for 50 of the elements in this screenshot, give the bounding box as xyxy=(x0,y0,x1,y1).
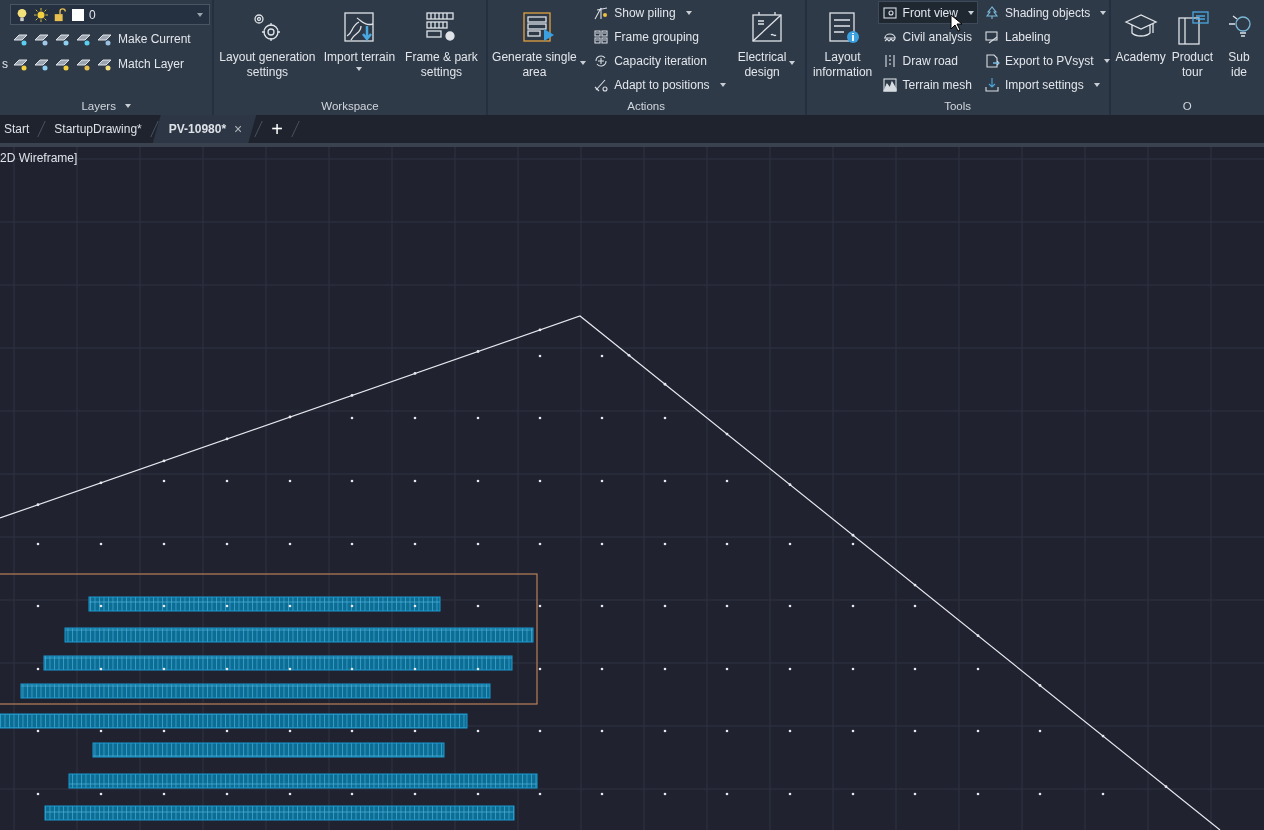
document-tab[interactable]: StartupDrawing* xyxy=(44,115,152,143)
cut-off-label: s xyxy=(1,56,8,71)
panel-title[interactable]: Layers xyxy=(0,97,213,115)
ribbon-button[interactable]: Shading objects xyxy=(979,1,1114,24)
download-icon xyxy=(983,76,1000,93)
layer-dropdown[interactable]: 0 xyxy=(10,4,211,25)
ribbon-button[interactable]: Front view xyxy=(877,1,978,24)
ribbon-button[interactable]: Show piling xyxy=(589,1,730,24)
grid-icon xyxy=(593,28,610,45)
ribbon-button[interactable]: Academy xyxy=(1113,8,1168,67)
file-export-icon xyxy=(983,52,1000,69)
document-tab[interactable]: PV-10980* × xyxy=(152,115,257,143)
piling-icon xyxy=(593,4,610,21)
padlock-icon xyxy=(53,7,67,22)
ribbon-button[interactable]: Sub ide xyxy=(1217,8,1261,82)
ribbon-button[interactable]: Layout information xyxy=(809,8,876,82)
ribbon-button[interactable]: Terrain mesh xyxy=(877,73,978,96)
close-icon[interactable]: × xyxy=(234,121,243,137)
ribbon-button[interactable]: Adapt to positions xyxy=(589,73,730,96)
panel-title: Tools xyxy=(943,99,973,114)
ribbon-button[interactable]: Frame grouping xyxy=(589,25,730,48)
color-swatch xyxy=(72,8,84,21)
ribbon-button[interactable]: Generate single area xyxy=(490,8,588,82)
viewport-label[interactable]: 2D Wireframe] xyxy=(0,151,78,165)
document-tab[interactable]: Start xyxy=(0,115,40,143)
ribbon-button[interactable]: Product tour xyxy=(1169,8,1215,82)
ribbon-button[interactable]: Import terrain xyxy=(319,8,400,73)
ribbon-button[interactable]: Draw road xyxy=(877,49,978,72)
layer-name: 0 xyxy=(89,7,97,22)
panel-title: Workspace xyxy=(320,99,380,114)
ribbon-button[interactable]: Export to PVsyst xyxy=(979,49,1114,72)
mountain-chart-icon xyxy=(881,76,898,93)
lightbulb-icon xyxy=(15,7,29,22)
tree-icon xyxy=(983,4,1000,21)
ribbon-button[interactable]: Frame & park settings xyxy=(401,8,482,82)
ribbon-button[interactable]: Make Current xyxy=(116,31,193,46)
frame-eye-icon xyxy=(881,4,898,21)
ribbon-button[interactable]: Capacity iteration xyxy=(589,49,730,72)
ribbon-button[interactable]: Import settings xyxy=(979,73,1114,96)
panel-title: Actions xyxy=(626,99,666,114)
sun-icon xyxy=(34,7,48,22)
new-tab-button[interactable]: + xyxy=(261,119,293,139)
panel-title: O xyxy=(1181,99,1193,114)
ribbon-button[interactable]: Match Layer xyxy=(116,56,187,71)
cycle-icon xyxy=(593,52,610,69)
ribbon-button[interactable]: Civil analysis xyxy=(877,25,978,48)
ribbon-button[interactable]: Labeling xyxy=(979,25,1114,48)
tag-icon xyxy=(983,28,1000,45)
ribbon-button[interactable]: Electrical design xyxy=(731,8,802,82)
ribbon-button[interactable]: Layout generation settings xyxy=(217,8,318,82)
